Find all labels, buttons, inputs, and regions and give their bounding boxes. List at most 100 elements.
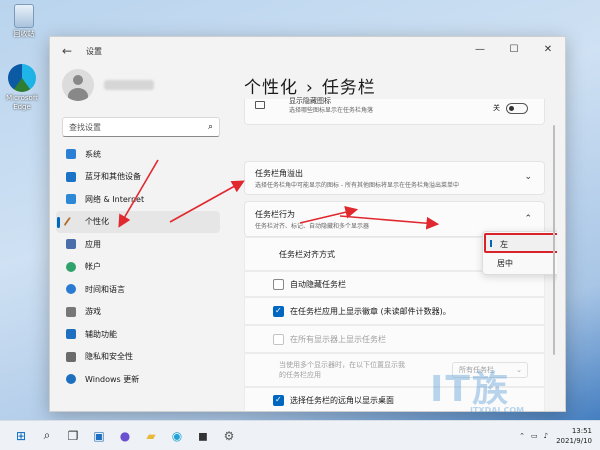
- sidebar-item[interactable]: 隐私和安全性: [56, 346, 220, 369]
- sidebar-item[interactable]: 蓝牙和其他设备: [56, 166, 220, 189]
- sidebar-item-label: 网络 & Internet: [85, 194, 145, 204]
- wifi-icon: [66, 194, 76, 205]
- avatar: [62, 69, 94, 101]
- all-displays-row: 在所有显示器上显示任务栏: [244, 325, 545, 353]
- breadcrumb-parent[interactable]: 个性化: [244, 78, 298, 98]
- settings-icon[interactable]: ⚙: [218, 425, 240, 447]
- chevron-up-icon[interactable]: ⌃: [519, 432, 525, 440]
- back-arrow-icon[interactable]: ←: [62, 44, 78, 58]
- pen-icon: [63, 216, 73, 227]
- sidebar-item[interactable]: 个性化: [56, 210, 220, 233]
- store-icon[interactable]: ◼: [192, 425, 214, 447]
- overflow-desc: 选择任务栏角中可能显示的图标 - 所有其他图标将显示在任务栏角溢出菜单中: [255, 182, 459, 189]
- recycle-bin-label: 回收站: [13, 30, 35, 38]
- sidebar-item[interactable]: 系统: [56, 143, 220, 166]
- window-controls: — ☐ ✕: [463, 37, 565, 63]
- sidebar-item[interactable]: 网络 & Internet: [56, 188, 220, 211]
- breadcrumb-separator: ›: [306, 78, 314, 98]
- update-icon: [66, 374, 76, 385]
- multi-display-label: 当使用多个显示器时，在以下位置显示我的任务栏应用: [279, 361, 405, 379]
- close-button[interactable]: ✕: [531, 37, 565, 63]
- sidebar-item[interactable]: 辅助功能: [56, 323, 220, 346]
- search-box[interactable]: 查找设置 ⌕: [62, 117, 220, 137]
- far-corner-checkbox[interactable]: [273, 394, 284, 406]
- watermark-brand: IT族: [430, 369, 510, 410]
- badges-label: 在任务栏应用上显示徽章 (未读邮件计数器)。: [290, 306, 451, 316]
- edge-desktop-icon[interactable]: Microsoft Edge: [0, 64, 44, 112]
- search-icon[interactable]: ⌕: [36, 425, 58, 447]
- taskbar-icons: ⊞ ⌕ ❐ ▣ ● ▰ ◉ ◼ ⚙: [10, 425, 244, 447]
- sidebar-item-label: 个性化: [85, 217, 109, 227]
- recycle-bin-icon: [14, 4, 34, 28]
- shield-icon: [66, 351, 76, 362]
- auto-hide-checkbox[interactable]: [273, 278, 284, 290]
- minimize-button[interactable]: —: [463, 37, 497, 63]
- volume-icon[interactable]: ♪: [544, 432, 548, 440]
- edge-label: Microsoft Edge: [6, 94, 38, 111]
- alignment-dropdown[interactable]: 左 居中: [482, 231, 557, 275]
- sidebar-item-label: 隐私和安全性: [85, 352, 133, 362]
- sidebar-nav: 系统蓝牙和其他设备 网络 & Internet 个性化应用帐户时间和语言游戏辅助功能…: [50, 143, 228, 391]
- sidebar-item-label: 应用: [85, 239, 101, 249]
- system-tray: ⌃ ▭ ♪ 13:51 2021/9/10: [519, 421, 592, 450]
- watermark-site: ITXDAI.COM: [470, 406, 525, 415]
- task-view-icon[interactable]: ❐: [62, 425, 84, 447]
- taskbar-overflow-card[interactable]: 任务栏角溢出 选择任务栏角中可能显示的图标 - 所有其他图标将显示在任务栏角溢出…: [244, 161, 545, 195]
- alignment-option-center[interactable]: 居中: [483, 254, 557, 274]
- sidebar-item[interactable]: 游戏: [56, 301, 220, 324]
- chevron-down-icon[interactable]: ⌄: [524, 172, 532, 182]
- sidebar-item-label: 系统: [85, 149, 101, 159]
- gamepad-icon: [66, 306, 76, 317]
- chevron-up-icon[interactable]: ⌃: [524, 214, 532, 224]
- sidebar-item-label: 游戏: [85, 307, 101, 317]
- edge-icon[interactable]: ◉: [166, 425, 188, 447]
- globe-icon: [66, 284, 76, 295]
- clock[interactable]: 13:51 2021/9/10: [556, 426, 592, 446]
- taskbar: ⊞ ⌕ ❐ ▣ ● ▰ ◉ ◼ ⚙ ⌃ ▭ ♪ 13:51 2021/9/10: [0, 420, 600, 450]
- accessibility-icon: [66, 329, 76, 340]
- user-profile[interactable]: [50, 65, 228, 105]
- sidebar: 查找设置 ⌕ 系统蓝牙和其他设备 网络 & Internet 个性化应用帐户时间和语…: [50, 65, 228, 411]
- toggle-state-label: 关: [493, 104, 500, 112]
- breadcrumb: 个性化 › 任务栏: [236, 65, 557, 99]
- watermark: IT族 ITXDAI.COM: [430, 360, 524, 415]
- clock-time: 13:51: [571, 427, 592, 435]
- system-icon: [66, 149, 76, 160]
- chat-icon[interactable]: ●: [114, 425, 136, 447]
- far-corner-label: 选择任务栏的远角以显示桌面: [290, 395, 394, 405]
- sidebar-item-label: 帐户: [85, 262, 101, 272]
- sidebar-item[interactable]: 帐户: [56, 256, 220, 279]
- search-input[interactable]: 查找设置: [69, 122, 101, 133]
- scrollbar[interactable]: [553, 125, 555, 355]
- sidebar-item[interactable]: 应用: [56, 233, 220, 256]
- behaviors-desc: 任务栏对齐、标记、自动隐藏和多个显示器: [255, 223, 370, 230]
- all-displays-label: 在所有显示器上显示任务栏: [290, 334, 386, 344]
- sidebar-item-label: 时间和语言: [85, 284, 125, 294]
- sidebar-item-label: 蓝牙和其他设备: [85, 172, 141, 182]
- file-explorer-icon[interactable]: ▰: [140, 425, 162, 447]
- network-icon[interactable]: ▭: [531, 432, 538, 440]
- sidebar-item[interactable]: 时间和语言: [56, 278, 220, 301]
- alignment-label: 任务栏对齐方式: [279, 249, 335, 259]
- maximize-button[interactable]: ☐: [497, 37, 531, 63]
- widgets-icon[interactable]: ▣: [88, 425, 110, 447]
- auto-hide-label: 自动隐藏任务栏: [290, 279, 346, 289]
- apps-icon: [66, 239, 76, 250]
- badges-row: 在任务栏应用上显示徽章 (未读邮件计数器)。: [244, 297, 545, 325]
- hidden-icons-card: 显示隐藏图标 选择哪些图标显示在任务栏角落 关: [244, 97, 545, 125]
- settings-window: ← 设置 — ☐ ✕ 查找设置 ⌕ 系统蓝牙和其他设备 网络 & Internet…: [49, 36, 566, 412]
- all-displays-checkbox[interactable]: [273, 333, 284, 345]
- window-title: 设置: [86, 46, 102, 56]
- page-title: 任务栏: [321, 78, 376, 98]
- alignment-option-left[interactable]: 左: [484, 233, 557, 253]
- badges-checkbox[interactable]: [273, 305, 284, 317]
- recycle-bin-desktop-icon[interactable]: 回收站: [2, 4, 46, 39]
- start-icon[interactable]: ⊞: [10, 425, 32, 447]
- bluetooth-icon: [66, 171, 76, 182]
- hidden-icons-toggle[interactable]: [506, 103, 528, 114]
- hidden-icons-desc: 选择哪些图标显示在任务栏角落: [289, 107, 374, 114]
- sidebar-item-label: Windows 更新: [85, 374, 140, 384]
- sidebar-item[interactable]: Windows 更新: [56, 368, 220, 391]
- search-icon[interactable]: ⌕: [208, 122, 213, 132]
- edge-icon: [8, 64, 36, 92]
